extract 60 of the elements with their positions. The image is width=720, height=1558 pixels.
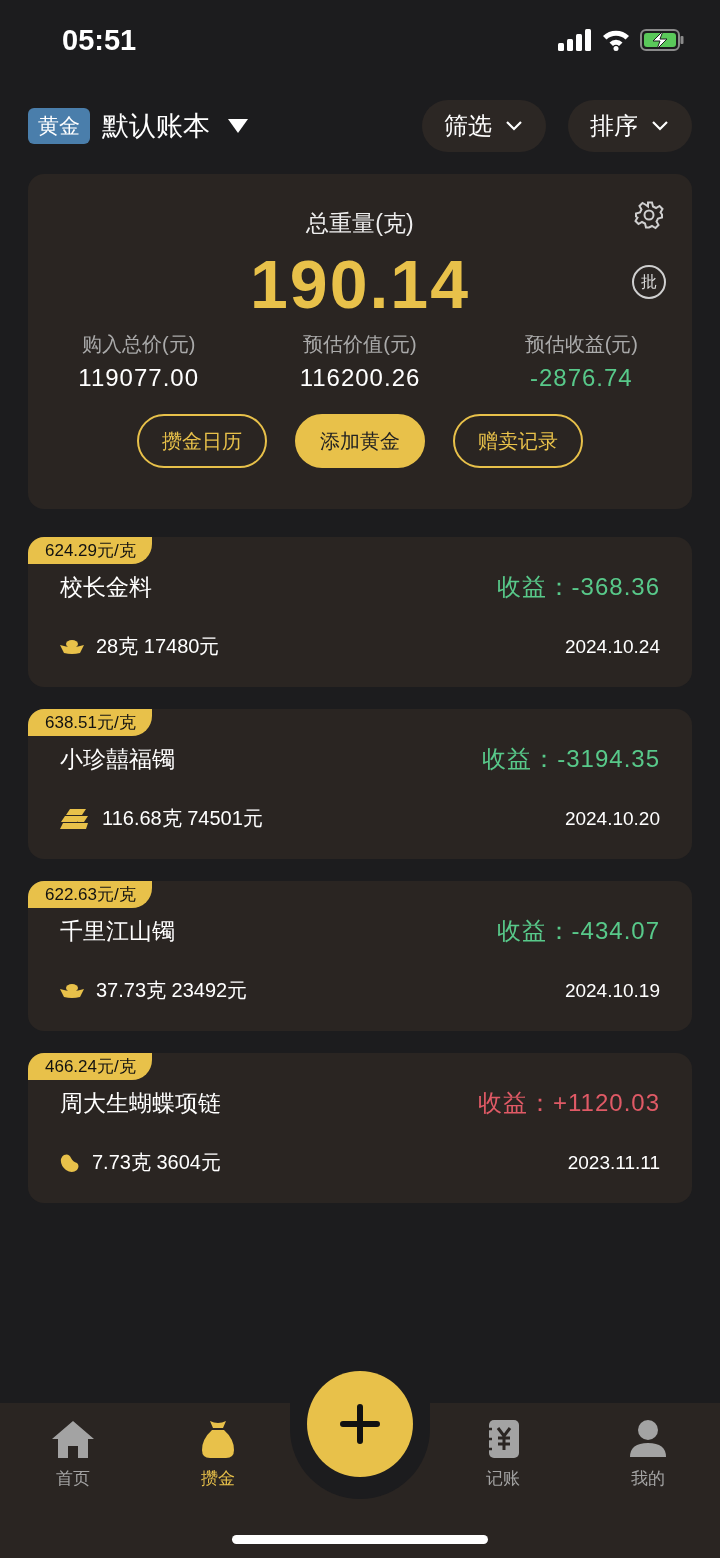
item-detail: 7.73克 3604元 bbox=[92, 1150, 221, 1175]
holding-card[interactable]: 624.29元/克 校长金料 收益：-368.36 28克 17480元 2024.10.24 bbox=[28, 537, 692, 687]
ingot-icon bbox=[60, 983, 84, 998]
profit-value: 收益：+1120.03 bbox=[478, 1088, 660, 1118]
bean-icon bbox=[60, 1152, 80, 1173]
item-date: 2023.11.11 bbox=[567, 1151, 660, 1174]
filter-button[interactable]: 筛选 bbox=[422, 99, 546, 152]
item-date: 2024.10.24 bbox=[564, 635, 660, 658]
profit-value: 收益：-3194.35 bbox=[482, 744, 660, 774]
item-date: 2024.10.19 bbox=[564, 979, 660, 1002]
ingot-icon bbox=[60, 639, 84, 654]
category-badge: 黄金 bbox=[28, 107, 90, 144]
item-detail: 116.68克 74501元 bbox=[102, 806, 263, 831]
item-detail: 37.73克 23492元 bbox=[96, 978, 248, 1003]
profit-value: 收益：-368.36 bbox=[496, 572, 660, 602]
batch-button[interactable]: 批 bbox=[632, 265, 666, 299]
person-icon bbox=[629, 1419, 666, 1459]
action-button[interactable]: 赠卖记录 bbox=[453, 414, 583, 468]
price-tag: 624.29元/克 bbox=[28, 537, 152, 564]
chevron-icon bbox=[506, 120, 522, 131]
total-weight-label: 总重量(克) bbox=[306, 209, 414, 238]
book-selector[interactable]: 默认账本 bbox=[102, 107, 248, 144]
tab[interactable]: 我的 bbox=[575, 1419, 720, 1490]
profit-value: 收益：-434.07 bbox=[496, 916, 660, 946]
holding-card[interactable]: 622.63元/克 千里江山镯 收益：-434.07 37.73克 23492元 2024.10.19 bbox=[28, 881, 692, 1031]
stat-label: 预估收益(元) bbox=[524, 332, 638, 357]
stat-value: 119077.00 bbox=[78, 364, 199, 392]
stat-label: 预估价值(元) bbox=[303, 332, 417, 357]
money-bag-icon bbox=[200, 1419, 235, 1459]
action-button[interactable]: 攒金日历 bbox=[137, 414, 267, 468]
signal-icon bbox=[558, 29, 592, 51]
item-name: 周大生蝴蝶项链 bbox=[60, 1088, 221, 1118]
triangle-icon bbox=[228, 118, 248, 133]
holding-card[interactable]: 638.51元/克 小珍囍福镯 收益：-3194.35 116.68克 74501元 2024.10.20 bbox=[28, 709, 692, 859]
item-date: 2024.10.20 bbox=[564, 807, 660, 830]
item-name: 小珍囍福镯 bbox=[60, 744, 175, 774]
stat-label: 购入总价(元) bbox=[82, 332, 196, 357]
battery-icon bbox=[640, 29, 684, 51]
tab[interactable]: 记账 bbox=[430, 1419, 575, 1490]
plus-icon bbox=[340, 1404, 380, 1444]
item-detail: 28克 17480元 bbox=[96, 634, 220, 659]
tab[interactable]: 攒金 bbox=[145, 1419, 290, 1490]
stat-value: -2876.74 bbox=[529, 364, 633, 392]
item-name: 校长金料 bbox=[60, 572, 152, 602]
home-icon bbox=[50, 1419, 95, 1459]
chevron-icon bbox=[652, 120, 668, 131]
sort-button[interactable]: 排序 bbox=[568, 99, 692, 152]
holding-card[interactable]: 466.24元/克 周大生蝴蝶项链 收益：+1120.03 7.73克 3604元 2023.11.11 bbox=[28, 1053, 692, 1203]
stat-value: 116200.26 bbox=[299, 364, 421, 392]
action-button[interactable]: 添加黄金 bbox=[295, 414, 425, 468]
stacked-bars-icon bbox=[60, 808, 90, 829]
settings-icon[interactable] bbox=[634, 200, 664, 230]
price-tag: 466.24元/克 bbox=[28, 1053, 152, 1080]
item-name: 千里江山镯 bbox=[60, 916, 175, 946]
status-time: 05:51 bbox=[62, 23, 137, 57]
price-tag: 622.63元/克 bbox=[28, 881, 152, 908]
wifi-icon bbox=[602, 29, 630, 51]
tab[interactable]: 首页 bbox=[0, 1419, 145, 1490]
price-tag: 638.51元/克 bbox=[28, 709, 152, 736]
total-weight: 190.14 bbox=[250, 245, 470, 323]
